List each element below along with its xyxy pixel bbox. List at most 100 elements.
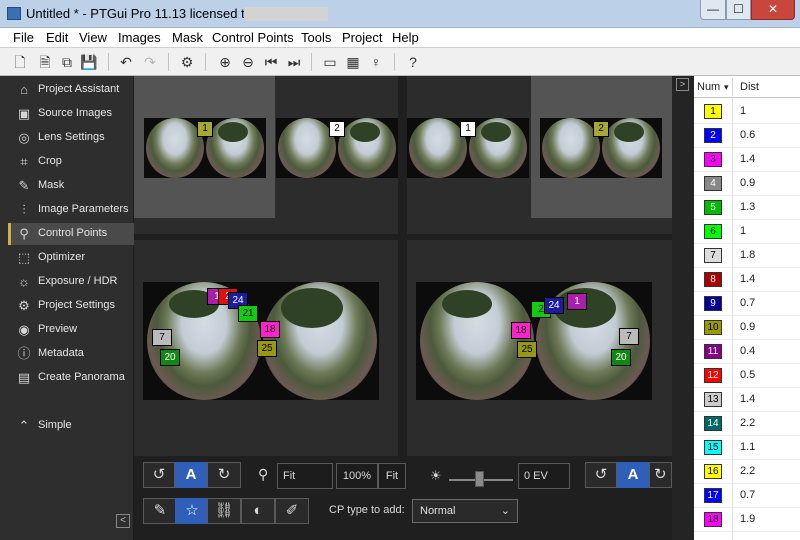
cp-type-select[interactable]: Normal ⌄ bbox=[412, 499, 518, 523]
sidebar-item-create-panorama[interactable]: ▤ Create Panorama bbox=[8, 367, 134, 389]
sidebar-item-lens-settings[interactable]: ◎ Lens Settings bbox=[8, 127, 134, 149]
zoom-100-button[interactable]: 100% bbox=[336, 463, 378, 489]
minimize-button[interactable]: — bbox=[700, 0, 726, 20]
collapse-sidebar-button[interactable]: < bbox=[116, 514, 130, 528]
control-point-marker[interactable]: 25 bbox=[517, 341, 537, 358]
menu-file[interactable]: File bbox=[13, 30, 34, 45]
table-row[interactable]: 5 1.3 bbox=[694, 196, 800, 220]
menu-tools[interactable]: Tools bbox=[301, 30, 331, 45]
control-point-marker[interactable]: 25 bbox=[257, 340, 277, 357]
table-row[interactable]: 17 0.7 bbox=[694, 484, 800, 508]
new-document-icon[interactable]: 🗋 bbox=[11, 53, 29, 71]
expand-table-button[interactable]: > bbox=[676, 78, 689, 91]
maximize-button[interactable]: ☐ bbox=[726, 0, 751, 20]
control-point-marker[interactable]: 18 bbox=[511, 322, 531, 339]
thumbnail-image-1[interactable]: 1 bbox=[144, 118, 266, 178]
sidebar-item-optimizer[interactable]: ⬚ Optimizer bbox=[8, 247, 134, 269]
table-row[interactable]: 2 0.6 bbox=[694, 124, 800, 148]
rotate-right-button[interactable]: ↻ bbox=[207, 462, 241, 488]
sidebar-item-metadata[interactable]: ⓘ Metadata bbox=[8, 343, 134, 365]
table-row[interactable]: 14 2.2 bbox=[694, 412, 800, 436]
sidebar-item-project-settings[interactable]: ⚙ Project Settings bbox=[8, 295, 134, 317]
column-header-num[interactable]: Num bbox=[697, 81, 720, 93]
rotate-left-button[interactable]: ↺ bbox=[143, 462, 175, 488]
cp-number-swatch: 6 bbox=[704, 224, 722, 239]
pane-divider[interactable] bbox=[398, 76, 407, 456]
add-point-tool-button[interactable]: ✎ bbox=[143, 498, 177, 524]
table-header: Num ▾ Dist bbox=[694, 76, 800, 98]
link-tool-button[interactable]: ⛓ bbox=[207, 498, 241, 524]
table-row[interactable]: 13 1.4 bbox=[694, 388, 800, 412]
control-point-marker[interactable]: 20 bbox=[611, 349, 631, 366]
simple-mode-button[interactable]: ⌃ Simple bbox=[8, 415, 134, 437]
menu-edit[interactable]: Edit bbox=[46, 30, 68, 45]
copy-document-icon[interactable]: ⧉ bbox=[58, 53, 76, 71]
undo-icon[interactable]: ↶ bbox=[117, 53, 135, 71]
zoom-field[interactable]: Fit bbox=[277, 463, 333, 489]
table-row[interactable]: 3 1.4 bbox=[694, 148, 800, 172]
control-point-marker[interactable]: 1 bbox=[567, 293, 587, 310]
menu-view[interactable]: View bbox=[79, 30, 107, 45]
table-row[interactable]: 11 0.4 bbox=[694, 340, 800, 364]
previous-icon[interactable]: ⏮ bbox=[262, 53, 280, 71]
save-icon[interactable]: 💾 bbox=[80, 53, 98, 71]
table-row[interactable]: 18 1.9 bbox=[694, 508, 800, 532]
table-row[interactable]: 4 0.9 bbox=[694, 172, 800, 196]
sidebar-item-control-points[interactable]: ⚲ Control Points bbox=[8, 223, 134, 245]
zoom-out-icon[interactable]: ⊖ bbox=[239, 53, 257, 71]
table-row[interactable]: 10 0.9 bbox=[694, 316, 800, 340]
menu-control-points[interactable]: Control Points bbox=[212, 30, 294, 45]
thumbnail-image-2[interactable]: 2 bbox=[540, 118, 662, 178]
menu-help[interactable]: Help bbox=[392, 30, 419, 45]
sidebar-item-preview[interactable]: ◉ Preview bbox=[8, 319, 134, 341]
sidebar-item-project-assistant[interactable]: ⌂ Project Assistant bbox=[8, 79, 134, 101]
table-row[interactable]: 12 0.5 bbox=[694, 364, 800, 388]
table-row[interactable]: 8 1.4 bbox=[694, 268, 800, 292]
control-point-marker[interactable]: 7 bbox=[619, 328, 639, 345]
help-icon[interactable]: ? bbox=[404, 53, 422, 71]
next-icon[interactable]: ⏭ bbox=[285, 53, 303, 71]
table-row[interactable]: 15 1.1 bbox=[694, 436, 800, 460]
ev-field[interactable]: 0 EV bbox=[518, 463, 570, 489]
settings-icon[interactable]: ⚙ bbox=[178, 53, 196, 71]
exposure-slider-thumb[interactable] bbox=[475, 471, 484, 487]
thumbnail-image-2[interactable]: 2 bbox=[276, 118, 398, 178]
sidebar-item-source-images[interactable]: ▣ Source Images bbox=[8, 103, 134, 125]
zoom-in-icon[interactable]: ⊕ bbox=[216, 53, 234, 71]
rotate-right-button-right[interactable]: ↻ bbox=[649, 462, 672, 488]
lightbulb-icon[interactable]: ♀ bbox=[367, 53, 385, 71]
table-icon[interactable]: ▦ bbox=[344, 53, 362, 71]
table-row[interactable]: 11 bbox=[694, 100, 800, 124]
eyedropper-tool-button[interactable]: ✐ bbox=[275, 498, 309, 524]
rotate-left-button-right[interactable]: ↺ bbox=[585, 462, 617, 488]
zoom-fit-button[interactable]: Fit bbox=[378, 463, 406, 489]
control-point-marker[interactable]: 18 bbox=[260, 321, 280, 338]
table-row[interactable]: 61 bbox=[694, 220, 800, 244]
sidebar-item-exposure-hdr[interactable]: ☼ Exposure / HDR bbox=[8, 271, 134, 293]
image-pane-right[interactable]: 2 24 1 18 25 7 20 bbox=[407, 240, 672, 456]
control-point-marker[interactable]: 21 bbox=[238, 305, 258, 322]
auto-align-button[interactable]: A bbox=[175, 462, 207, 488]
table-row[interactable]: 7 1.8 bbox=[694, 244, 800, 268]
sidebar-item-crop[interactable]: ⌗ Crop bbox=[8, 151, 134, 173]
panorama-editor-icon[interactable]: ▭ bbox=[321, 53, 339, 71]
close-button[interactable]: ✕ bbox=[751, 0, 795, 20]
sidebar-item-image-parameters[interactable]: ⫶ Image Parameters bbox=[8, 199, 134, 221]
thumbnail-image-1[interactable]: 1 bbox=[407, 118, 529, 178]
column-header-dist[interactable]: Dist bbox=[740, 81, 759, 93]
table-row[interactable]: 9 0.7 bbox=[694, 292, 800, 316]
control-point-marker[interactable]: 7 bbox=[152, 329, 172, 346]
control-point-marker[interactable]: 20 bbox=[160, 349, 180, 366]
control-point-marker[interactable]: 24 bbox=[544, 297, 564, 314]
redo-icon[interactable]: ↷ bbox=[141, 53, 159, 71]
auto-align-button-right[interactable]: A bbox=[617, 462, 649, 488]
menu-images[interactable]: Images bbox=[118, 30, 161, 45]
open-document-icon[interactable]: 🗎 bbox=[36, 53, 54, 71]
menu-project[interactable]: Project bbox=[342, 30, 382, 45]
table-row[interactable]: 16 2.2 bbox=[694, 460, 800, 484]
sidebar-item-mask[interactable]: ✎ Mask bbox=[8, 175, 134, 197]
contrast-tool-button[interactable]: ◐ bbox=[241, 498, 275, 524]
favorite-tool-button[interactable]: ☆ bbox=[175, 498, 209, 524]
menu-mask[interactable]: Mask bbox=[172, 30, 203, 45]
image-pane-left[interactable]: 1 2 24 21 7 20 18 25 bbox=[134, 240, 398, 456]
